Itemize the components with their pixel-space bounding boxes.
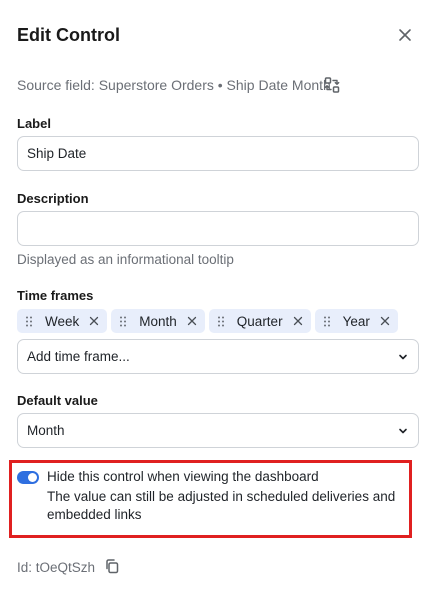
drag-handle-icon[interactable] [321, 316, 333, 327]
close-icon[interactable] [395, 25, 415, 45]
time-frame-chips: Week Month Quarter Year [17, 309, 398, 333]
hide-control-toggle[interactable] [17, 471, 39, 484]
time-frames-label: Time frames [17, 288, 94, 303]
label-input[interactable]: Ship Date [17, 136, 419, 171]
swap-icon[interactable] [322, 75, 342, 95]
time-frame-chip-quarter[interactable]: Quarter [208, 309, 311, 333]
source-field-text: Source field: Superstore Orders • Ship D… [17, 77, 331, 93]
default-value-select[interactable]: Month [17, 413, 419, 448]
chip-label: Week [45, 313, 80, 329]
description-field-label: Description [17, 191, 89, 206]
label-field-label: Label [17, 116, 51, 131]
drag-handle-icon[interactable] [117, 316, 129, 327]
time-frame-chip-year[interactable]: Year [314, 309, 398, 333]
chevron-down-icon [397, 351, 409, 363]
hide-control-label: Hide this control when viewing the dashb… [47, 469, 319, 484]
remove-icon[interactable] [88, 315, 100, 327]
label-input-value: Ship Date [27, 146, 87, 161]
chip-label: Quarter [236, 313, 283, 329]
chevron-down-icon [397, 425, 409, 437]
description-help-text: Displayed as an informational tooltip [17, 252, 234, 267]
drag-handle-icon[interactable] [23, 316, 35, 327]
copy-icon[interactable] [103, 557, 121, 575]
default-value-selected: Month [27, 423, 65, 438]
remove-icon[interactable] [379, 315, 391, 327]
chip-label: Year [342, 313, 370, 329]
add-time-frame-placeholder: Add time frame... [27, 349, 130, 364]
add-time-frame-select[interactable]: Add time frame... [17, 339, 419, 374]
hide-control-description: The value can still be adjusted in sched… [47, 489, 396, 522]
drag-handle-icon[interactable] [215, 316, 227, 327]
control-id: Id: tOeQtSzh [17, 559, 96, 575]
remove-icon[interactable] [186, 315, 198, 327]
toggle-knob [28, 473, 37, 482]
description-input[interactable] [17, 211, 419, 246]
default-value-label: Default value [17, 393, 98, 408]
remove-icon[interactable] [292, 315, 304, 327]
time-frame-chip-month[interactable]: Month [111, 309, 205, 333]
dialog-title: Edit Control [17, 25, 120, 45]
time-frame-chip-week[interactable]: Week [17, 309, 108, 333]
chip-label: Month [139, 313, 177, 329]
